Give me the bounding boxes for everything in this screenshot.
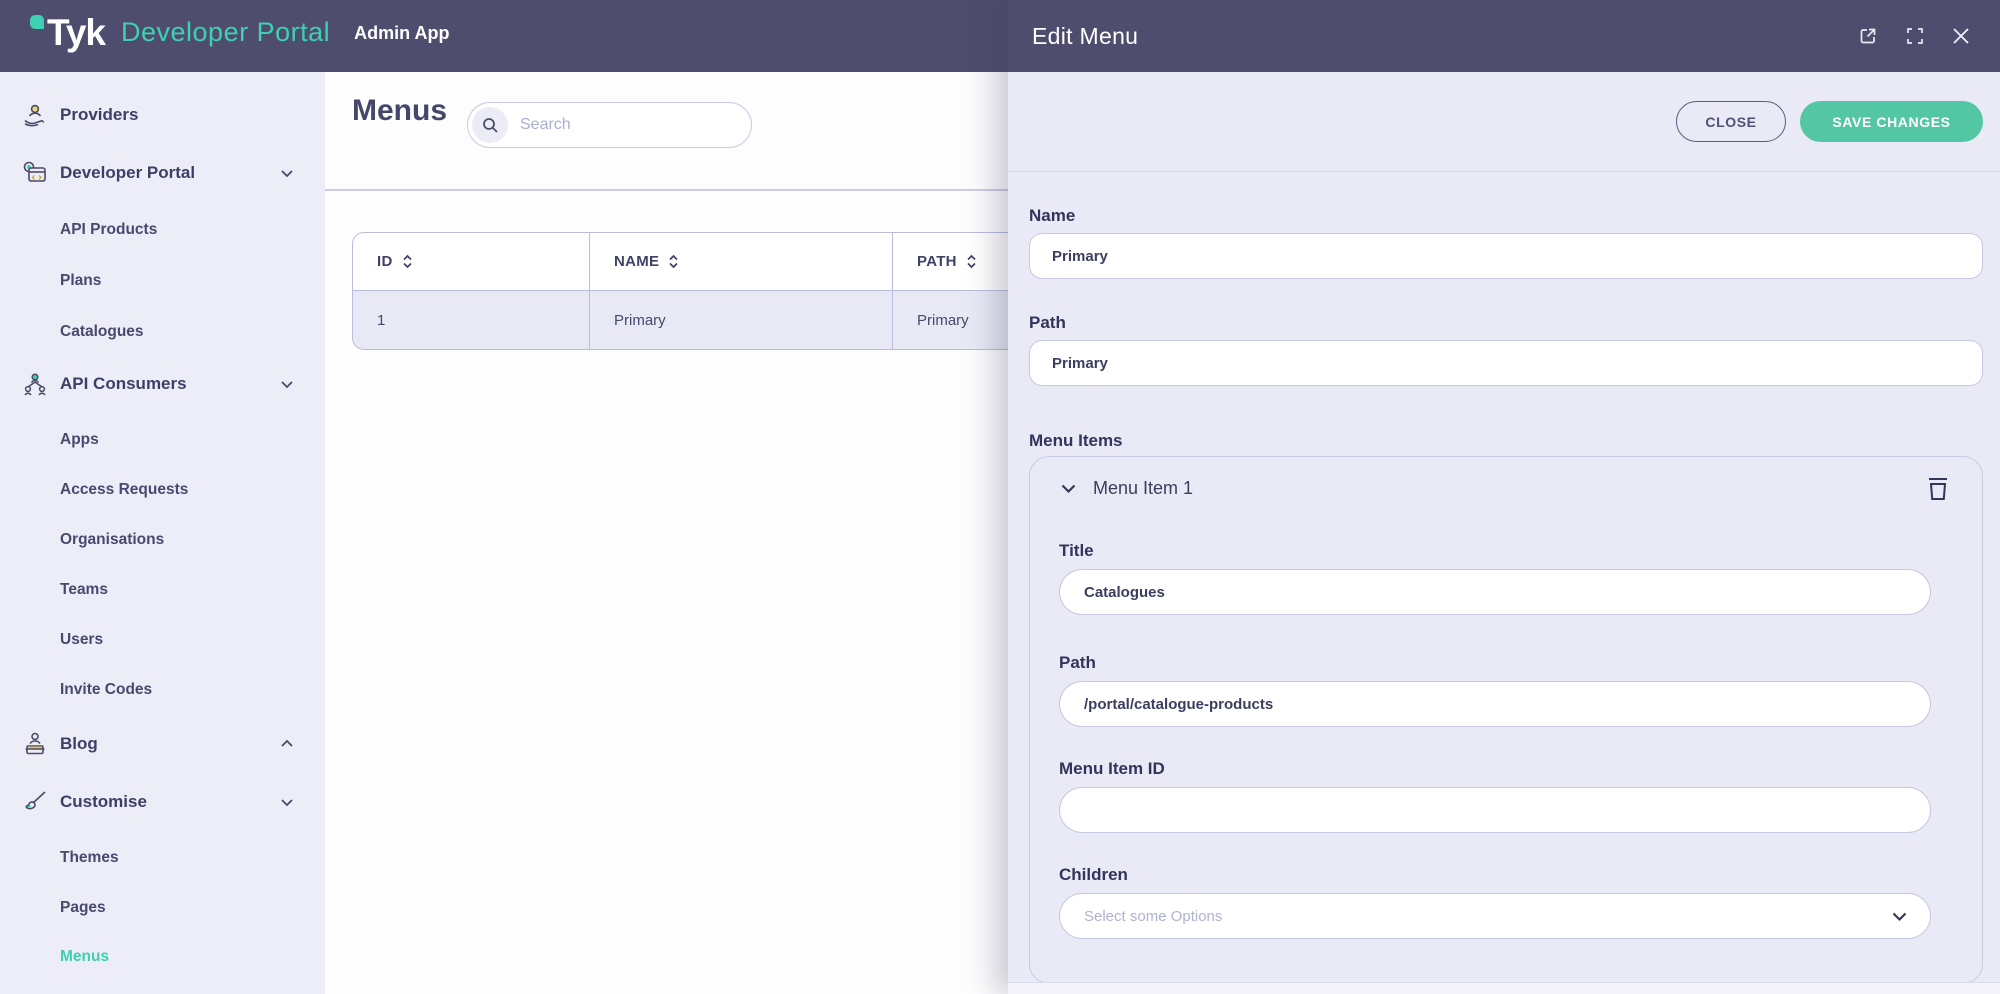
item-path-field[interactable] xyxy=(1059,681,1931,727)
app-name: Admin App xyxy=(354,23,450,43)
trash-icon[interactable] xyxy=(1926,475,1950,503)
sidebar-item-customise[interactable]: Customise xyxy=(0,782,325,822)
sort-icon xyxy=(668,253,679,270)
close-icon[interactable] xyxy=(1952,27,1970,45)
chevron-down-icon xyxy=(279,376,295,392)
drawer-body: Name Path Menu Items Menu Item 1 Title xyxy=(1008,172,2000,984)
table-header-row: ID NAME PATH xyxy=(353,233,1073,291)
sidebar-item-catalogues[interactable]: Catalogues xyxy=(0,312,325,352)
sidebar-item-api-consumers[interactable]: API Consumers xyxy=(0,364,325,404)
sidebar-item-api-products[interactable]: API Products xyxy=(0,210,325,250)
sort-icon xyxy=(402,253,413,270)
chevron-down-icon xyxy=(279,794,295,810)
name-field[interactable] xyxy=(1029,233,1983,279)
title-label: Title xyxy=(1059,541,1094,560)
sidebar-item-blog[interactable]: Blog xyxy=(0,724,325,764)
sidebar-item-invite-codes[interactable]: Invite Codes xyxy=(0,670,325,710)
menus-table: ID NAME PATH 1 Primary Primary xyxy=(352,232,1074,350)
sidebar-item-menus[interactable]: Menus xyxy=(0,937,325,977)
product-name: Developer Portal xyxy=(121,17,331,47)
search-box xyxy=(467,102,752,148)
search-input[interactable] xyxy=(520,116,730,134)
tyk-leaf-icon xyxy=(30,15,44,29)
drawer-title: Edit Menu xyxy=(1032,22,1139,49)
sidebar-item-pages[interactable]: Pages xyxy=(0,888,325,928)
external-link-icon[interactable] xyxy=(1858,26,1878,46)
fullscreen-icon[interactable] xyxy=(1906,27,1924,45)
sidebar-item-apps[interactable]: Apps xyxy=(0,420,325,460)
children-label: Children xyxy=(1059,865,1128,884)
sidebar: Providers Developer Portal API Products … xyxy=(0,72,325,994)
menu-item-card: Menu Item 1 Title Path Menu Item ID Chil… xyxy=(1029,456,1983,984)
item-path-label: Path xyxy=(1059,653,1096,672)
sidebar-item-users[interactable]: Users xyxy=(0,620,325,660)
providers-icon xyxy=(20,100,50,130)
edit-menu-drawer: Edit Menu CLOSE SAVE CHANGES Name Primar… xyxy=(1008,0,2000,994)
sidebar-item-developer-portal[interactable]: Developer Portal xyxy=(0,153,325,193)
close-button[interactable]: CLOSE xyxy=(1676,101,1786,142)
cell-id: 1 xyxy=(377,311,386,329)
cell-name: Primary xyxy=(589,291,892,349)
children-select-input[interactable] xyxy=(1059,893,1931,939)
brand-name: Tyk xyxy=(47,12,106,53)
column-header-id[interactable]: ID xyxy=(353,233,589,290)
table-row[interactable]: 1 Primary Primary xyxy=(353,291,1073,349)
menu-item-title: Menu Item 1 xyxy=(1093,477,1194,498)
sidebar-item-providers[interactable]: Providers xyxy=(0,95,325,135)
sidebar-item-organisations[interactable]: Organisations xyxy=(0,520,325,560)
children-select[interactable] xyxy=(1059,893,1931,939)
sidebar-item-access-requests[interactable]: Access Requests xyxy=(0,470,325,510)
drawer-header: Edit Menu xyxy=(1008,0,2000,72)
save-changes-button[interactable]: SAVE CHANGES xyxy=(1800,101,1983,142)
sidebar-item-teams[interactable]: Teams xyxy=(0,570,325,610)
developer-portal-icon xyxy=(20,158,50,188)
chevron-down-icon xyxy=(279,165,295,181)
title-field[interactable] xyxy=(1059,569,1931,615)
tyk-logo: Tyk Developer Portal Admin App xyxy=(30,14,449,51)
menu-item-id-label: Menu Item ID xyxy=(1059,759,1165,778)
api-consumers-icon xyxy=(20,369,50,399)
menu-item-header[interactable]: Menu Item 1 xyxy=(1059,473,1931,503)
drawer-actions: CLOSE SAVE CHANGES xyxy=(1008,72,2000,172)
column-header-name[interactable]: NAME xyxy=(589,233,892,290)
blog-icon xyxy=(20,729,50,759)
sort-icon xyxy=(966,253,977,270)
chevron-up-icon xyxy=(279,736,295,752)
sidebar-item-plans[interactable]: Plans xyxy=(0,261,325,301)
menu-item-id-field[interactable] xyxy=(1059,787,1931,833)
page-title: Menus xyxy=(352,94,448,127)
menu-items-label: Menu Items xyxy=(1029,431,1123,450)
path-field[interactable] xyxy=(1029,340,1983,386)
drawer-footer xyxy=(1008,982,2000,994)
name-label: Name xyxy=(1029,206,1076,225)
customise-icon xyxy=(20,787,50,817)
sidebar-item-themes[interactable]: Themes xyxy=(0,838,325,878)
path-label: Path xyxy=(1029,313,1066,332)
chevron-down-icon xyxy=(1059,479,1078,498)
search-icon xyxy=(472,107,508,143)
